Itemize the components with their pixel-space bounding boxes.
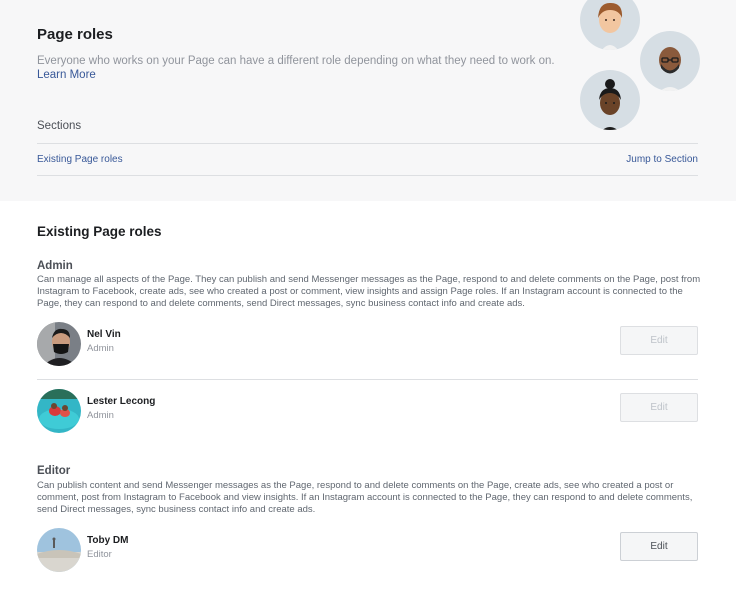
person-row-lester-lecong: Lester Lecong Admin Edit: [37, 389, 698, 433]
role-description-editor: Can publish content and send Messenger m…: [37, 480, 693, 515]
divider: [37, 175, 698, 176]
edit-button[interactable]: Edit: [620, 393, 698, 422]
person-illustration-2: [640, 31, 700, 91]
existing-page-roles-title: Existing Page roles: [37, 224, 162, 239]
person-row-nel-vin: Nel Vin Admin Edit: [37, 322, 698, 366]
page-title: Page roles: [37, 26, 113, 43]
edit-button[interactable]: Edit: [620, 326, 698, 355]
avatar: [37, 528, 81, 572]
people-illustration: [578, 0, 702, 132]
divider: [37, 379, 698, 380]
person-role: Admin: [87, 410, 114, 421]
sections-label: Sections: [37, 120, 82, 132]
avatar: [37, 322, 81, 366]
section-link-existing-page-roles[interactable]: Existing Page roles: [37, 154, 123, 165]
avatar: [37, 389, 81, 433]
person-name: Nel Vin: [87, 329, 121, 340]
edit-button[interactable]: Edit: [620, 532, 698, 561]
jump-to-section-link[interactable]: Jump to Section: [626, 154, 698, 165]
person-name: Toby DM: [87, 535, 129, 546]
learn-more-link[interactable]: Learn More: [37, 69, 96, 81]
person-name: Lester Lecong: [87, 396, 156, 407]
role-title-admin: Admin: [37, 260, 73, 272]
role-description-admin: Can manage all aspects of the Page. They…: [37, 274, 701, 309]
page-description: Everyone who works on your Page can have…: [37, 55, 555, 67]
person-role: Editor: [87, 549, 112, 560]
person-row-toby-dm: Toby DM Editor Edit: [37, 528, 698, 572]
person-illustration-3: [580, 70, 640, 130]
divider: [37, 143, 698, 144]
role-title-editor: Editor: [37, 465, 71, 477]
person-illustration-1: [580, 0, 640, 50]
person-role: Admin: [87, 343, 114, 354]
